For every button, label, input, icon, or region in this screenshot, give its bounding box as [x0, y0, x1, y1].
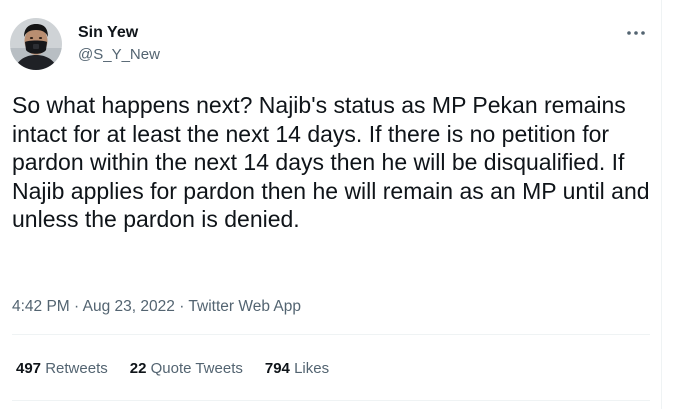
- person-masked-avatar-icon: [10, 18, 62, 70]
- likes-stat[interactable]: 794 Likes: [265, 360, 329, 377]
- divider: [12, 400, 650, 401]
- quote-tweets-label: Quote Tweets: [150, 360, 243, 377]
- author-handle[interactable]: @S_Y_New: [78, 46, 160, 63]
- quote-tweets-count: 22: [129, 360, 147, 377]
- tweet-card: Sin Yew @S_Y_New So what happens next? N…: [0, 0, 662, 409]
- retweets-count: 497: [16, 360, 42, 377]
- tweet-meta: 4:42 PM · Aug 23, 2022 · Twitter Web App: [12, 298, 301, 316]
- meta-separator: ·: [74, 298, 80, 315]
- likes-label: Likes: [294, 360, 330, 377]
- engagement-stats: 497 Retweets 22 Quote Tweets 794 Likes: [16, 360, 329, 377]
- retweets-label: Retweets: [45, 360, 108, 377]
- author-display-name[interactable]: Sin Yew: [78, 24, 138, 42]
- avatar[interactable]: [10, 18, 62, 70]
- more-horizontal-icon: [627, 31, 645, 35]
- tweet-date[interactable]: Aug 23, 2022: [83, 298, 175, 315]
- retweets-stat[interactable]: 497 Retweets: [16, 360, 108, 377]
- divider: [12, 334, 650, 335]
- more-options-button[interactable]: [622, 22, 650, 44]
- meta-separator: ·: [179, 298, 185, 315]
- tweet-source[interactable]: Twitter Web App: [188, 298, 301, 315]
- tweet-text: So what happens next? Najib's status as …: [12, 92, 650, 232]
- likes-count: 794: [264, 360, 290, 377]
- tweet-time[interactable]: 4:42 PM: [12, 298, 70, 315]
- quote-tweets-stat[interactable]: 22 Quote Tweets: [130, 360, 243, 377]
